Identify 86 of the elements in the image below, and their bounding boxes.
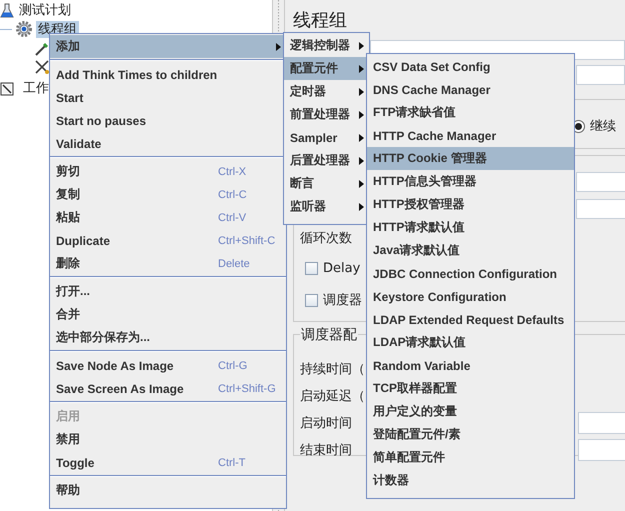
menu-item[interactable]: 前置处理器 (284, 103, 369, 126)
panel-title: 线程组 (293, 9, 348, 33)
menu-item[interactable]: 删除 Delete (50, 252, 286, 275)
menu-item[interactable]: 监听器 (284, 195, 369, 218)
submenu-arrow-icon (359, 134, 364, 142)
pipette-icon (34, 41, 50, 57)
menu-item[interactable]: HTTP请求默认值 (367, 216, 574, 239)
submenu-arrow-icon (359, 110, 364, 118)
menu-item[interactable]: DNS Cache Manager (367, 78, 574, 101)
menu-item[interactable]: 计数器 (367, 469, 574, 492)
input-field[interactable] (576, 65, 625, 85)
field-label: 持续时间（ (300, 360, 365, 378)
shortcut-label: Ctrl+Shift-C (218, 234, 276, 246)
menu-item[interactable]: CSV Data Set Config (367, 55, 574, 78)
shortcut-label: Ctrl-X (218, 166, 246, 178)
menu-item[interactable]: 逻辑控制器 (284, 34, 369, 57)
menu-item[interactable]: 用户定义的变量 (367, 400, 574, 423)
shortcut-label: Ctrl-C (218, 188, 247, 200)
menu-item[interactable]: HTTP信息头管理器 (367, 170, 574, 193)
field-label: 启动延迟（ (300, 388, 365, 404)
submenu-arrow-icon (359, 88, 364, 96)
field-label: 循环次数 (300, 230, 352, 246)
menu-item[interactable]: 断言 (284, 172, 369, 195)
menu-item[interactable]: Random Variable (367, 354, 574, 377)
menu-item[interactable]: 帮助 (50, 479, 286, 502)
menu-item[interactable]: LDAP Extended Request Defaults (367, 308, 574, 331)
checkbox-label: 调度器 (323, 292, 362, 309)
menu-item[interactable]: JDBC Connection Configuration (367, 262, 574, 285)
menu-item[interactable]: 选中部分保存为... (50, 326, 286, 349)
menu-item[interactable]: TCP取样器配置 (367, 377, 574, 400)
field-label: 启动时间 (300, 414, 352, 432)
menu-item[interactable]: FTP请求缺省值 (367, 101, 574, 124)
flask-icon (0, 2, 14, 18)
menu-item[interactable]: 配置元件 (284, 57, 369, 80)
menu-item[interactable]: LDAP请求默认值 (367, 331, 574, 354)
shortcut-label: Ctrl-G (218, 360, 248, 372)
checkbox[interactable] (305, 262, 318, 274)
field-label: 结束时间 (300, 442, 352, 458)
submenu-arrow-icon (359, 156, 364, 164)
submenu-arrow-icon (359, 42, 364, 50)
menu-item[interactable]: Add Think Times to children (50, 63, 286, 86)
menu-item[interactable]: 定时器 (284, 80, 369, 103)
menu-item[interactable]: HTTP授权管理器 (367, 193, 574, 216)
menu-item[interactable]: 打开... (50, 280, 286, 303)
menu-item[interactable]: 合并 (50, 303, 286, 326)
menu-item[interactable]: 禁用 (50, 428, 286, 451)
menu-item[interactable]: 剪切 Ctrl-X (50, 160, 286, 183)
workbench-icon (0, 80, 14, 96)
menu-item[interactable]: 登陆配置元件/素 (367, 423, 574, 446)
menu-item[interactable]: Validate (50, 132, 286, 155)
menu-item[interactable]: Save Screen As Image Ctrl+Shift-G (50, 377, 286, 400)
menu-item[interactable]: 简单配置元件 (367, 446, 574, 469)
submenu-arrow-icon (359, 64, 364, 72)
menu-item[interactable]: Save Node As Image Ctrl-G (50, 354, 286, 377)
menu-item[interactable]: 添加 (50, 35, 286, 58)
menu-item[interactable]: Toggle Ctrl-T (50, 451, 286, 474)
submenu-arrow-icon (359, 180, 364, 188)
menu-item[interactable]: Sampler (284, 126, 369, 149)
menu-item[interactable]: Keystore Configuration (367, 285, 574, 308)
menu-item[interactable]: Start no pauses (50, 109, 286, 132)
menu-item[interactable]: 后置处理器 (284, 149, 369, 172)
checkbox[interactable] (305, 294, 318, 306)
menu-item[interactable]: 复制 Ctrl-C (50, 183, 286, 206)
input-field[interactable] (576, 199, 625, 219)
input-field[interactable] (578, 438, 625, 460)
menu-item[interactable]: HTTP Cookie 管理器 (367, 147, 574, 170)
menu-item[interactable]: Start (50, 86, 286, 109)
gear-icon (15, 20, 33, 38)
group-title: 调度器配 (300, 326, 358, 344)
input-field[interactable] (576, 172, 625, 192)
menu-item[interactable]: 粘贴 Ctrl-V (50, 206, 286, 229)
tree-item[interactable]: 工作 (21, 80, 51, 97)
submenu-arrow-icon (359, 202, 364, 210)
radio-label: 继续 (590, 118, 616, 135)
checkbox-label: Delay (323, 260, 360, 276)
scissors-icon (34, 59, 50, 75)
input-field[interactable] (578, 412, 625, 434)
menu-item[interactable]: Duplicate Ctrl+Shift-C (50, 229, 286, 252)
menu-item[interactable]: Java请求默认值 (367, 239, 574, 262)
shortcut-label: Delete (218, 258, 250, 270)
shortcut-label: Ctrl+Shift-G (218, 382, 276, 394)
tree-item[interactable]: 测试计划 (17, 2, 73, 19)
shortcut-label: Ctrl-V (218, 212, 246, 224)
shortcut-label: Ctrl-T (218, 456, 246, 468)
menu-item[interactable]: HTTP Cache Manager (367, 124, 574, 147)
submenu-arrow-icon (276, 42, 281, 50)
